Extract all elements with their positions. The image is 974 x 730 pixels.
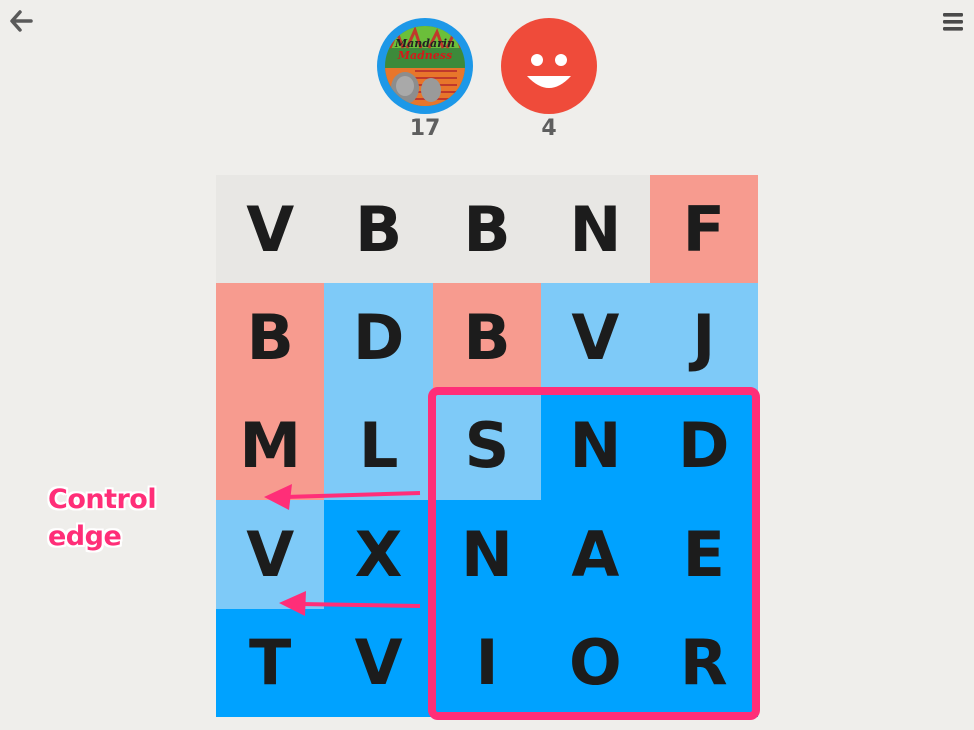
letter-tile[interactable]: N [541, 175, 650, 284]
letter-tile[interactable]: E [649, 500, 758, 609]
game-board: VBBNFBDBVJMLSNDVXNAETVIOR [216, 175, 758, 717]
letter-tile[interactable]: X [324, 500, 433, 609]
letter-tile[interactable]: D [324, 283, 433, 392]
control-edge-label-line2: edge [48, 521, 122, 552]
letter-tile[interactable]: B [324, 175, 433, 284]
letter-tile[interactable]: V [216, 175, 325, 284]
letter-tile[interactable]: B [432, 283, 542, 392]
player-2-avatar[interactable] [501, 18, 597, 114]
letter-tile[interactable]: J [649, 283, 758, 392]
player-2: 4 [501, 18, 597, 142]
letter-tile[interactable]: R [649, 608, 758, 717]
back-button[interactable] [8, 8, 34, 34]
letter-tile[interactable]: A [541, 500, 650, 609]
letter-tile[interactable]: I [432, 608, 542, 717]
letter-tile[interactable]: M [216, 391, 325, 501]
letter-tile[interactable]: S [432, 391, 542, 501]
letter-tile[interactable]: N [541, 391, 650, 501]
hamburger-menu-icon [943, 13, 963, 31]
mandarin-madness-avatar-image: Mandarin Madness [385, 26, 465, 106]
letter-tile[interactable]: B [216, 283, 325, 392]
letter-tile[interactable]: B [432, 175, 542, 284]
player-1-avatar[interactable]: Mandarin Madness [377, 18, 473, 114]
smiley-face-icon [527, 54, 571, 88]
letter-tile[interactable]: N [432, 500, 542, 609]
letter-tile[interactable]: L [324, 391, 433, 501]
player-1: Mandarin Madness 17 [377, 18, 473, 142]
mandarin-madness-logo-text: Mandarin Madness [394, 37, 456, 62]
letter-tile[interactable]: V [541, 283, 650, 392]
menu-button[interactable] [942, 12, 964, 32]
letter-tile[interactable]: F [649, 175, 758, 284]
letter-tile[interactable]: T [216, 608, 325, 717]
player-2-score: 4 [541, 116, 557, 141]
player-1-score: 17 [409, 116, 441, 141]
arrow-left-icon [10, 10, 33, 32]
control-edge-label: Control edge [48, 481, 157, 555]
letter-tile[interactable]: V [324, 608, 433, 717]
letter-tile[interactable]: V [216, 500, 325, 609]
letter-tile[interactable]: O [541, 608, 650, 717]
letter-tile[interactable]: D [649, 391, 758, 501]
control-edge-label-line1: Control [48, 484, 157, 515]
